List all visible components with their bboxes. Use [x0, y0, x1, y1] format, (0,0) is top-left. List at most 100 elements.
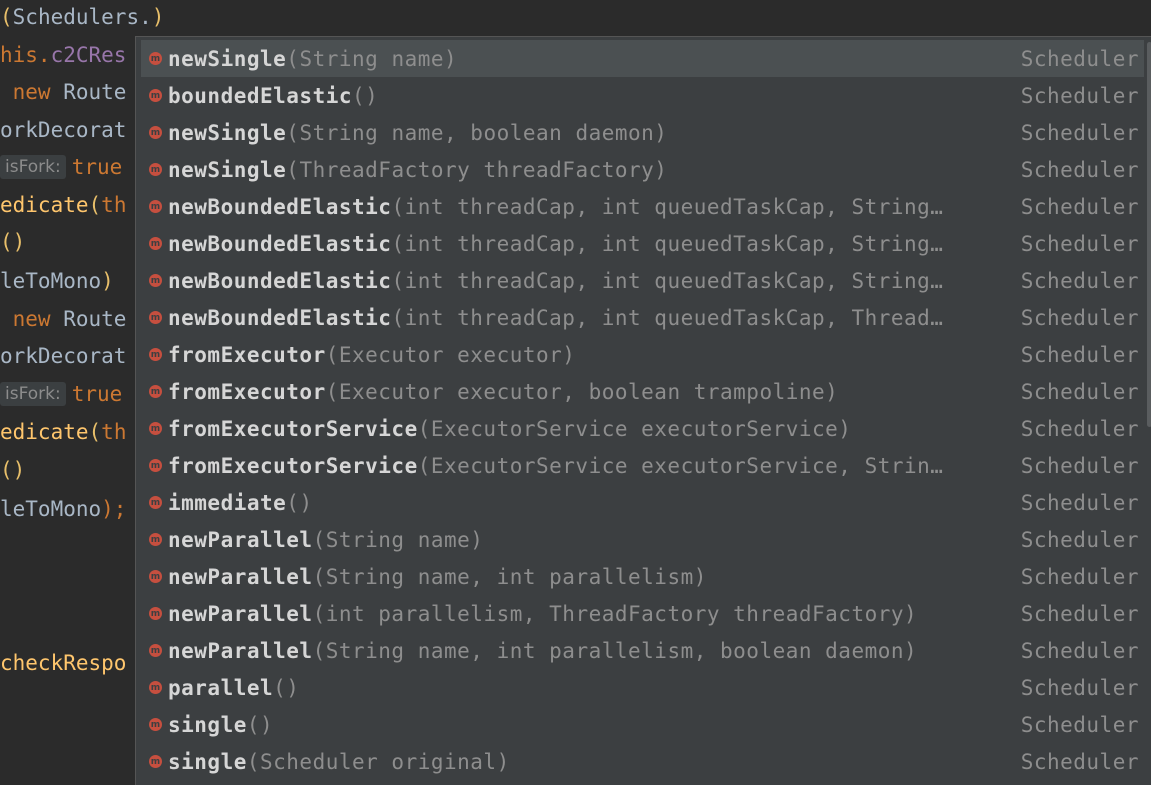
completion-item[interactable]: m newBoundedElastic (int threadCap, int qu… [141, 225, 1144, 262]
code-token: Route [63, 307, 127, 331]
completion-item[interactable]: m newParallel (String name) Scheduler [141, 521, 1144, 558]
method-params: (String name, boolean daemon) [286, 120, 668, 145]
method-icon: m [149, 459, 162, 472]
method-name: newBoundedElastic [168, 194, 392, 219]
code-line: edicate(th [0, 190, 126, 220]
code-token: orkDecorat [0, 118, 127, 142]
method-name: fromExecutor [168, 379, 326, 404]
completion-item[interactable]: m newSingle (ThreadFactory threadFactory) S… [141, 151, 1144, 188]
return-type: Scheduler [1020, 157, 1139, 182]
method-params: (ExecutorService executorService) [417, 416, 852, 441]
completion-item[interactable]: m newParallel (String name, int parallelis… [141, 558, 1144, 595]
completion-item[interactable]: m boundedElastic() Scheduler [141, 77, 1144, 114]
method-name: newSingle [168, 157, 287, 182]
method-name: newParallel [168, 527, 313, 552]
completion-item[interactable]: m newBoundedElastic (int threadCap, int qu… [141, 299, 1144, 336]
code-line: orkDecorat [0, 115, 126, 145]
code-line: isFork: true [0, 152, 122, 182]
code-line: orkDecorat [0, 341, 126, 371]
code-line: checkRespo [0, 648, 126, 678]
return-type: Scheduler [1020, 379, 1139, 404]
code-line: isFork: true [0, 379, 122, 409]
method-params: () [352, 83, 379, 108]
completion-item[interactable]: m newParallel (int parallelism, ThreadFact… [141, 595, 1144, 632]
completion-item[interactable]: m fromExecutorService (ExecutorService exe… [141, 447, 1144, 484]
return-type: Scheduler [1020, 712, 1139, 737]
method-icon: m [149, 274, 162, 287]
method-name: parallel [168, 675, 274, 700]
code-token: c2CRes [50, 43, 127, 67]
method-icon: m [149, 533, 162, 546]
return-type: Scheduler [1020, 416, 1139, 441]
return-type: Scheduler [1020, 342, 1139, 367]
method-name: newBoundedElastic [168, 268, 392, 293]
method-params: () [246, 712, 274, 737]
code-token: new [0, 307, 64, 331]
code-token: leToMono [0, 497, 102, 521]
popup-scrollbar[interactable] [1147, 42, 1151, 427]
code-line: () [0, 455, 25, 485]
code-token: true [71, 155, 123, 179]
code-token: () [0, 458, 26, 482]
method-name: newSingle [168, 120, 287, 145]
completion-item[interactable]: m single (Scheduler original) Scheduler [141, 743, 1144, 780]
code-line: leToMono) [0, 266, 114, 296]
code-line: new Route [0, 77, 127, 107]
method-icon: m [149, 681, 162, 694]
method-icon: m [149, 496, 162, 509]
method-icon: m [149, 718, 162, 731]
method-icon: m [149, 570, 162, 583]
method-icon: m [149, 422, 162, 435]
method-icon: m [149, 607, 162, 620]
completion-item[interactable]: m immediate() Scheduler [141, 484, 1144, 521]
method-icon: m [149, 755, 162, 768]
completion-item[interactable]: m parallel() Scheduler [141, 669, 1144, 706]
code-token: ) [101, 269, 114, 293]
completion-item[interactable]: m newBoundedElastic (int threadCap, int qu… [141, 188, 1144, 225]
completion-item[interactable]: m fromExecutor (Executor executor, boolean… [141, 373, 1144, 410]
method-params: (String name, int parallelism, boolean d… [312, 638, 918, 663]
method-params: (ExecutorService executorService, Strin… [417, 453, 944, 478]
method-params: (String name) [286, 46, 458, 71]
return-type: Scheduler [1020, 305, 1139, 330]
method-params: (int parallelism, ThreadFactory threadFa… [312, 601, 918, 626]
param-hint-inlay: isFork: [0, 382, 66, 406]
method-name: newSingle [168, 46, 287, 71]
return-type: Scheduler [1020, 490, 1139, 515]
code-token: ) [151, 5, 165, 29]
return-type: Scheduler [1020, 675, 1139, 700]
return-type: Scheduler [1020, 638, 1139, 663]
method-icon: m [149, 385, 162, 398]
method-icon: m [149, 237, 162, 250]
code-token: ( [88, 193, 102, 217]
method-params: (String name) [312, 527, 484, 552]
code-line: edicate(th [0, 417, 126, 447]
code-token: th [101, 420, 127, 444]
method-icon: m [149, 200, 162, 213]
param-hint-inlay: isFork: [0, 155, 66, 179]
method-name: fromExecutor [168, 342, 326, 367]
return-type: Scheduler [1020, 601, 1139, 626]
method-params: () [273, 675, 300, 700]
method-params: (int threadCap, int queuedTaskCap, Strin… [391, 231, 944, 256]
method-icon: m [149, 311, 162, 324]
code-token: Schedulers. [12, 5, 152, 29]
method-name: fromExecutorService [168, 453, 418, 478]
completion-item[interactable]: m newSingle (String name) Scheduler [141, 40, 1144, 77]
completion-popup[interactable]: m newSingle (String name) Scheduler m bounded… [135, 36, 1151, 785]
code-token: new [0, 80, 64, 104]
code-line: (Schedulers.) [0, 2, 164, 32]
method-icon: m [149, 89, 162, 102]
completion-item[interactable]: m newBoundedElastic (int threadCap, int qu… [141, 262, 1144, 299]
method-params: (Executor executor) [325, 342, 576, 367]
completion-item[interactable]: m fromExecutorService (ExecutorService exe… [141, 410, 1144, 447]
completion-item[interactable]: m newParallel (String name, int parallelis… [141, 632, 1144, 669]
code-token: orkDecorat [0, 344, 127, 368]
completion-item[interactable]: m newSingle (String name, boolean daemon) S… [141, 114, 1144, 151]
method-params: (Scheduler original) [246, 749, 510, 774]
method-icon: m [149, 163, 162, 176]
code-token: edicate [0, 420, 89, 444]
completion-item[interactable]: m single() Scheduler [141, 706, 1144, 743]
completion-item[interactable]: m fromExecutor (Executor executor) Schedule… [141, 336, 1144, 373]
return-type: Scheduler [1020, 194, 1139, 219]
